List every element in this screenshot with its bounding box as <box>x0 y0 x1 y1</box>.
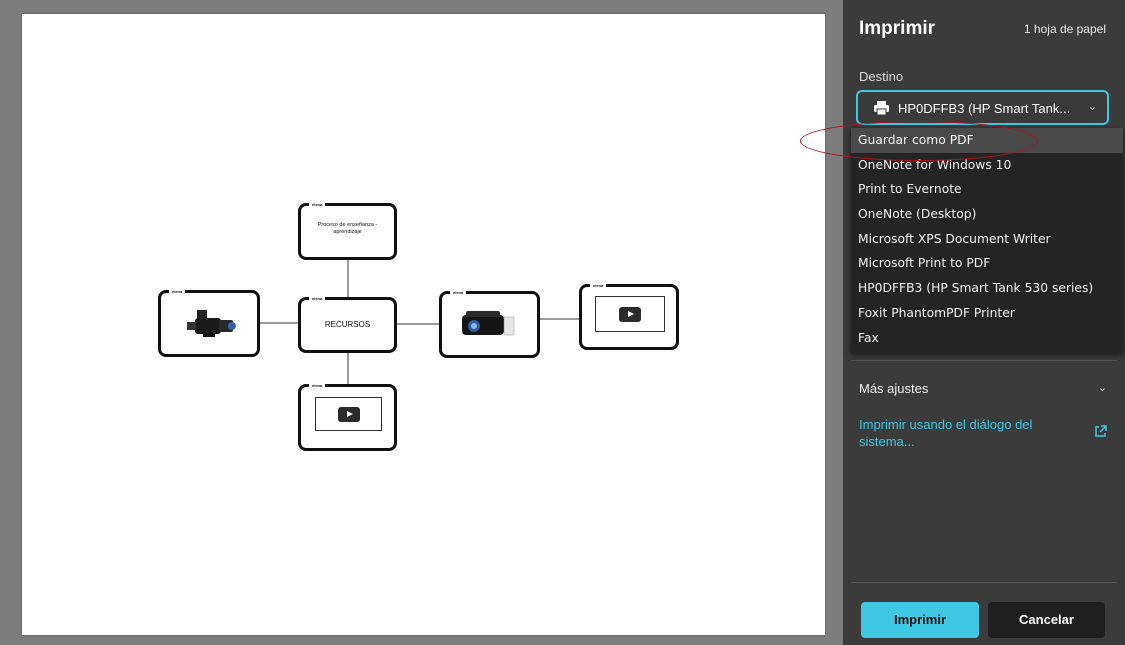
destination-label: Destino <box>859 69 904 84</box>
node-tag: elena <box>590 283 607 289</box>
node-tag: elena <box>450 290 467 296</box>
print-button[interactable]: Imprimir <box>861 602 979 638</box>
dropdown-option-hp-printer[interactable]: HP0DFFB3 (HP Smart Tank 530 series) <box>851 276 1123 301</box>
dropdown-option-save-as-pdf[interactable]: Guardar como PDF <box>851 128 1123 153</box>
panel-title: Imprimir <box>859 18 936 39</box>
node-tag: elena <box>309 383 326 389</box>
link-right-farright <box>539 318 580 320</box>
video-frame <box>315 397 382 431</box>
mind-map: elena Proceso de enseñanza -aprendizaje … <box>22 14 825 635</box>
print-preview-area: elena Proceso de enseñanza -aprendizaje … <box>0 0 843 645</box>
system-dialog-link[interactable]: Imprimir usando el diálogo del sistema..… <box>859 416 1059 450</box>
external-link-icon[interactable] <box>1094 425 1107 438</box>
divider <box>851 582 1117 583</box>
camcorder-image <box>187 310 236 337</box>
destination-select[interactable]: HP0DFFB3 (HP Smart Tank... ⌄ <box>856 90 1109 125</box>
link-top-center <box>347 260 349 298</box>
link-left-center <box>260 322 300 324</box>
node-far-right: elena <box>579 283 679 350</box>
node-tag: elena <box>309 202 326 208</box>
preview-page: elena Proceso de enseñanza -aprendizaje … <box>22 14 825 635</box>
dropdown-option-xps-writer[interactable]: Microsoft XPS Document Writer <box>851 227 1123 252</box>
play-icon <box>619 307 641 322</box>
video-frame <box>595 296 665 332</box>
node-center: elena RECURSOS <box>298 296 397 353</box>
dropdown-option-evernote[interactable]: Print to Evernote <box>851 177 1123 202</box>
sheet-count: 1 hoja de papel <box>1023 22 1106 36</box>
link-center-bottom <box>347 352 349 386</box>
node-tag: elena <box>169 289 186 295</box>
cancel-button[interactable]: Cancelar <box>988 602 1105 638</box>
dropdown-option-onenote-win10[interactable]: OneNote for Windows 10 <box>851 153 1123 178</box>
play-icon <box>338 407 360 422</box>
node-bottom: elena <box>298 383 397 451</box>
print-panel: Imprimir 1 hoja de papel Destino HP0DFFB… <box>843 0 1125 645</box>
dropdown-option-ms-print-to-pdf[interactable]: Microsoft Print to PDF <box>851 251 1123 276</box>
dropdown-option-fax[interactable]: Fax <box>851 326 1123 351</box>
node-top: elena Proceso de enseñanza -aprendizaje <box>298 202 397 260</box>
node-tag: elena <box>309 296 326 302</box>
node-top-label: Proceso de enseñanza -aprendizaje <box>317 222 378 235</box>
chevron-down-icon: ⌄ <box>1087 101 1097 113</box>
destination-value: HP0DFFB3 (HP Smart Tank... <box>898 101 1071 116</box>
projector-image <box>462 311 515 336</box>
node-center-label: RECURSOS <box>324 320 371 329</box>
node-left: elena <box>158 289 260 357</box>
printer-icon <box>874 101 889 115</box>
dropdown-option-onenote-desktop[interactable]: OneNote (Desktop) <box>851 202 1123 227</box>
dropdown-option-foxit[interactable]: Foxit PhantomPDF Printer <box>851 301 1123 326</box>
divider <box>851 360 1117 361</box>
chevron-down-icon[interactable]: ⌄ <box>1098 381 1107 394</box>
node-right: elena <box>439 290 540 358</box>
destination-dropdown-list: Guardar como PDF OneNote for Windows 10 … <box>851 128 1123 353</box>
link-center-right <box>397 323 441 325</box>
more-settings-toggle[interactable]: Más ajustes <box>859 381 928 396</box>
